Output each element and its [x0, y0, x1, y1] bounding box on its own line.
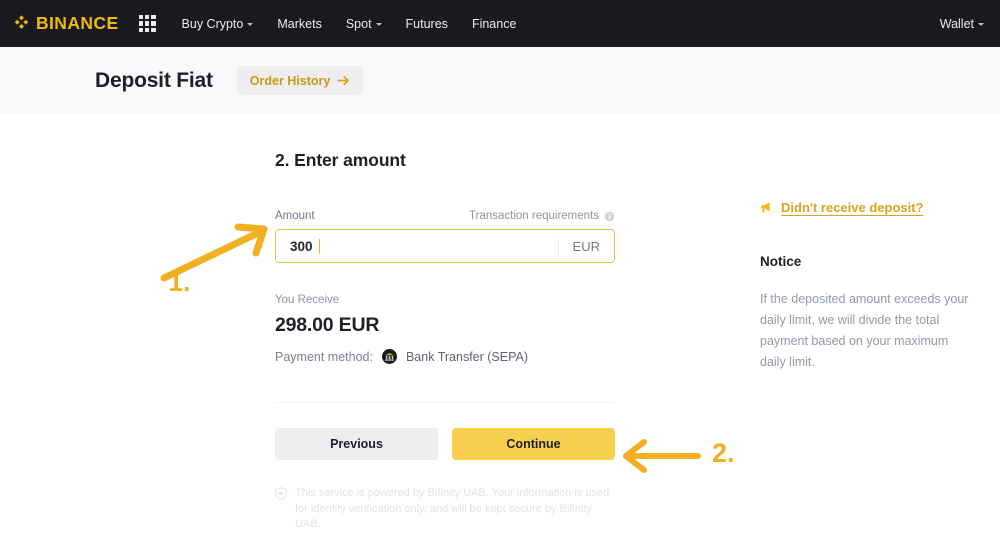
- form-actions: Previous Continue: [275, 428, 615, 460]
- annotation-label-1: 1.: [168, 267, 191, 297]
- chevron-down-icon: [978, 23, 984, 26]
- text-cursor: [318, 238, 320, 254]
- arrow-right-icon: [337, 75, 350, 86]
- nav-item-label: Markets: [277, 16, 322, 31]
- payment-method-row: Payment method: Bank Transfer (SEPA): [275, 349, 615, 364]
- page-root: BINANCE Buy Crypto Markets Spot Futures …: [0, 0, 1000, 544]
- binance-logo-text: BINANCE: [36, 13, 119, 33]
- nav-item-label: Spot: [345, 16, 372, 31]
- chevron-down-icon: [247, 23, 254, 26]
- payment-method-label: Payment method:: [275, 349, 373, 364]
- amount-input[interactable]: 300 EUR: [275, 229, 615, 263]
- notice-heading: Notice: [760, 254, 802, 269]
- amount-input-value: 300: [290, 238, 313, 254]
- nav-item-markets[interactable]: Markets: [277, 17, 321, 31]
- transaction-requirements-label: Transaction requirements: [469, 210, 599, 222]
- deposit-form: 2. Enter amount Amount Transaction requi…: [275, 150, 615, 533]
- nav-item-label: Wallet: [939, 16, 974, 31]
- shield-check-icon: [275, 486, 287, 533]
- nav-item-buy-crypto[interactable]: Buy Crypto: [182, 17, 254, 31]
- amount-label: Amount: [275, 210, 315, 222]
- nav-item-wallet[interactable]: Wallet: [940, 17, 984, 31]
- page-title: Deposit Fiat: [95, 68, 213, 92]
- notice-body: If the deposited amount exceeds your dai…: [760, 292, 969, 369]
- you-receive-value: 298.00 EUR: [275, 314, 380, 336]
- nav-item-label: Buy Crypto: [181, 16, 244, 31]
- currency-label: EUR: [572, 238, 600, 254]
- transaction-requirements[interactable]: Transaction requirements: [469, 210, 615, 222]
- megaphone-icon: [760, 201, 774, 214]
- nav-links: Buy Crypto Markets Spot Futures Finance: [182, 17, 517, 31]
- continue-button[interactable]: Continue: [452, 428, 615, 460]
- sidebar-notice: Didn't receive deposit? Notice If the de…: [760, 200, 975, 373]
- previous-button[interactable]: Previous: [275, 428, 438, 460]
- annotation-arrow-2: [623, 439, 701, 473]
- amount-field-labels: Amount Transaction requirements: [275, 210, 615, 222]
- grid-apps-icon[interactable]: [138, 15, 156, 32]
- nav-item-label: Futures: [405, 16, 448, 31]
- service-footnote: This service is powered by Bifinity UAB.…: [275, 486, 610, 533]
- binance-logo[interactable]: BINANCE: [12, 13, 119, 34]
- chevron-down-icon: [375, 23, 382, 26]
- didnt-receive-deposit-label: Didn't receive deposit?: [781, 200, 924, 215]
- nav-item-spot[interactable]: Spot: [346, 17, 382, 31]
- nav-item-futures[interactable]: Futures: [406, 17, 448, 31]
- step-title: 2. Enter amount: [275, 150, 406, 170]
- payment-method-name: Bank Transfer (SEPA): [405, 349, 529, 364]
- binance-diamond-icon: [12, 14, 31, 33]
- section-divider: [275, 402, 615, 403]
- you-receive-label: You Receive: [275, 294, 340, 306]
- top-navbar: BINANCE Buy Crypto Markets Spot Futures …: [0, 0, 1000, 47]
- annotation-label-2: 2.: [712, 438, 735, 468]
- order-history-button[interactable]: Order History: [236, 66, 364, 95]
- service-footnote-text: This service is powered by Bifinity UAB.…: [295, 487, 610, 530]
- page-header-band: Deposit Fiat Order History: [0, 47, 1000, 114]
- order-history-label: Order History: [249, 73, 331, 88]
- info-circle-icon[interactable]: [604, 211, 615, 222]
- nav-item-label: Finance: [471, 16, 517, 31]
- currency-divider: [558, 238, 559, 256]
- bank-transfer-icon: [381, 349, 397, 364]
- didnt-receive-deposit-link[interactable]: Didn't receive deposit?: [760, 200, 975, 215]
- nav-item-finance[interactable]: Finance: [472, 17, 516, 31]
